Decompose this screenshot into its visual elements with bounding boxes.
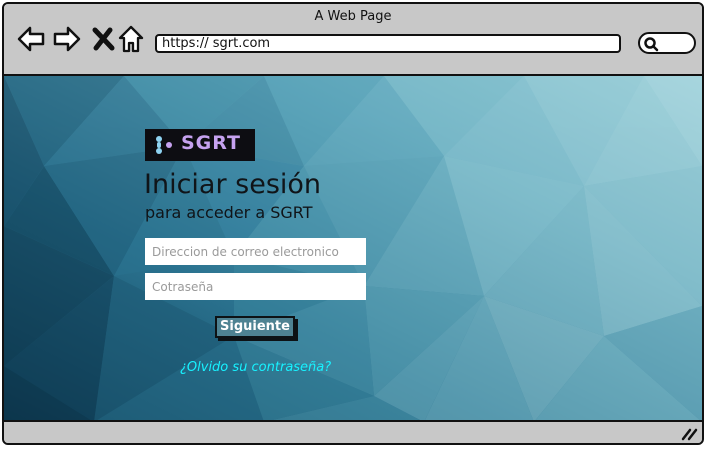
logo-text: SGRT — [181, 132, 242, 154]
email-field[interactable] — [145, 238, 366, 265]
back-arrow-icon[interactable] — [16, 24, 46, 54]
forward-arrow-icon[interactable] — [52, 24, 82, 54]
browser-statusbar — [4, 420, 702, 443]
sgrt-logo: SGRT — [145, 129, 255, 161]
page-subtitle: para acceder a SGRT — [145, 203, 313, 222]
page-title: Iniciar sesión — [144, 169, 322, 200]
home-icon[interactable] — [116, 24, 146, 54]
password-field[interactable] — [145, 273, 366, 300]
window-title: A Web Page — [314, 9, 392, 24]
address-bar[interactable]: https:// sgrt.com — [155, 34, 621, 53]
close-icon[interactable] — [88, 24, 118, 54]
forgot-password-link[interactable]: ¿Olvido su contraseña? — [180, 360, 331, 375]
search-icon — [644, 37, 659, 52]
next-button[interactable]: Siguiente — [215, 316, 295, 338]
logo-mark-icon — [156, 136, 172, 154]
browser-window: A Web Page https:// sgrt.com SGRT Inicia… — [2, 2, 704, 445]
resize-handle-icon[interactable] — [680, 427, 698, 441]
page-content: SGRT Iniciar sesión para acceder a SGRT … — [4, 76, 702, 422]
browser-titlebar: A Web Page https:// sgrt.com — [4, 4, 702, 76]
browser-search-box[interactable] — [638, 32, 696, 54]
